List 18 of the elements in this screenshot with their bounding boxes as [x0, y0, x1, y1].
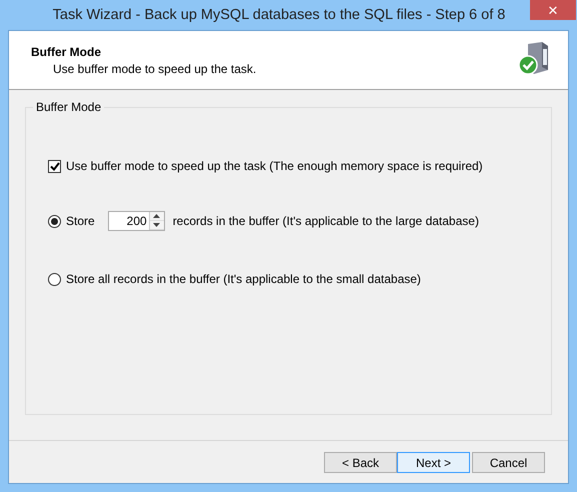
page-title: Buffer Mode: [31, 45, 102, 59]
up-arrow-icon[interactable]: [153, 214, 160, 218]
window-title: Task Wizard - Back up MySQL databases to the SQL files - Step 6 of 8: [52, 7, 506, 23]
down-arrow-icon[interactable]: [153, 223, 160, 227]
wizard-button[interactable]: Cancel: [472, 452, 545, 473]
radio-label[interactable]: Store: [66, 214, 95, 228]
page-subtitle: Use buffer mode to speed up the task.: [52, 62, 258, 76]
group-title: Buffer Mode: [33, 100, 104, 114]
radio-button[interactable]: [48, 272, 61, 286]
wizard-button[interactable]: Next >: [397, 452, 470, 473]
spinner-label: records in the buffer (It's applicable to the large database): [172, 214, 479, 228]
checkbox[interactable]: [48, 160, 61, 172]
radio-label[interactable]: Store all records in the buffer (It's applicable to the small database): [66, 272, 421, 286]
close-button[interactable]: ✕: [530, 0, 576, 20]
number-spinner[interactable]: 200: [108, 211, 165, 231]
radio-button[interactable]: [48, 214, 61, 228]
wizard-button[interactable]: < Back: [324, 452, 397, 473]
checkbox-label[interactable]: Use buffer mode to speed up the task (The enough memory space is required): [66, 159, 483, 173]
